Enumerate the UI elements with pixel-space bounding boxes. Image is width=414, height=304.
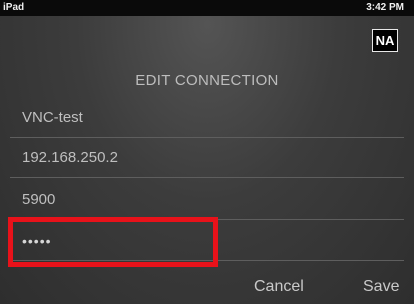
connection-name-field[interactable]: VNC-test	[0, 98, 414, 138]
status-bar: iPad 3:42 PM	[0, 0, 414, 16]
password-highlight-box	[8, 217, 218, 267]
host-address-field[interactable]: 192.168.250.2	[0, 138, 414, 178]
edit-connection-screen: iPad 3:42 PM NA EDIT CONNECTION VNC-test…	[0, 0, 414, 304]
status-time: 3:42 PM	[366, 2, 404, 13]
port-value: 5900	[22, 191, 56, 208]
port-field[interactable]: 5900	[0, 180, 414, 220]
divider	[10, 177, 404, 178]
host-address-value: 192.168.250.2	[22, 149, 118, 166]
status-device-name: iPad	[3, 2, 25, 13]
action-bar: Cancel Save	[0, 270, 414, 304]
connection-name-value: VNC-test	[22, 109, 83, 126]
na-badge: NA	[372, 29, 398, 52]
cancel-button[interactable]: Cancel	[254, 278, 304, 296]
page-title: EDIT CONNECTION	[135, 72, 279, 89]
save-button[interactable]: Save	[363, 278, 399, 296]
